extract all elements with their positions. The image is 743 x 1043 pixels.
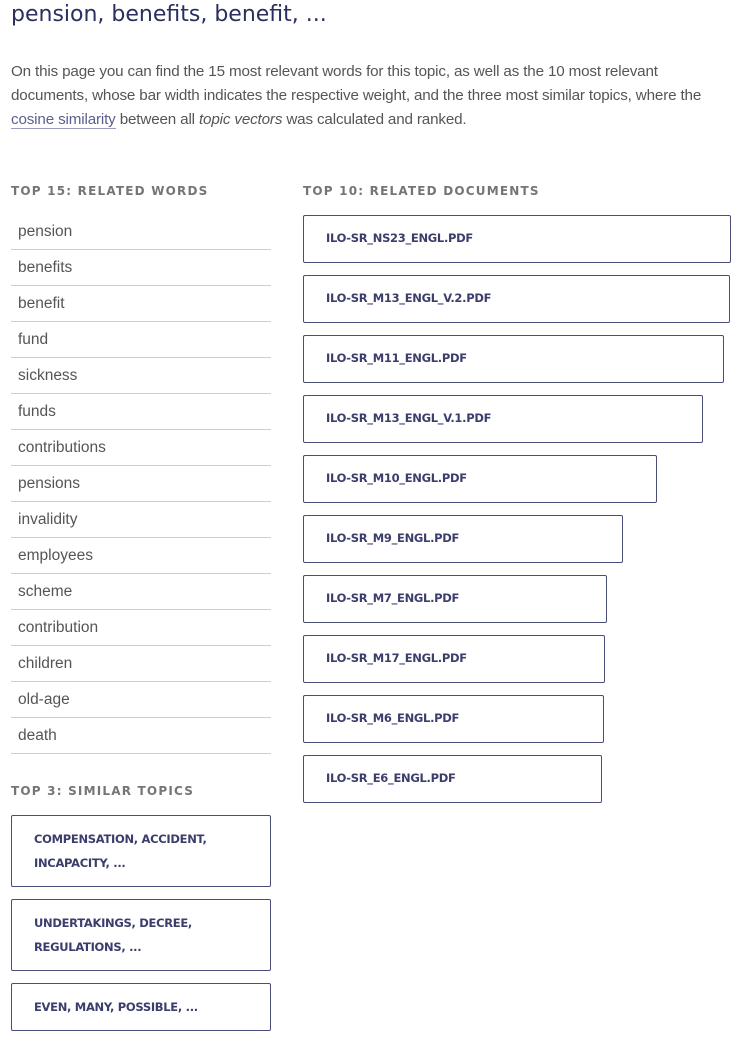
document-link[interactable]: ILO-SR_M7_ENGL.PDF xyxy=(303,575,607,623)
word-item: pensions xyxy=(11,466,271,502)
word-item: benefit xyxy=(11,286,271,322)
document-link[interactable]: ILO-SR_M9_ENGL.PDF xyxy=(303,515,623,563)
related-documents-list: ILO-SR_NS23_ENGL.PDF ILO-SR_M13_ENGL_V.2… xyxy=(303,215,731,815)
word-item: sickness xyxy=(11,358,271,394)
document-link[interactable]: ILO-SR_E6_ENGL.PDF xyxy=(303,755,602,803)
document-link[interactable]: ILO-SR_M6_ENGL.PDF xyxy=(303,695,604,743)
word-item: funds xyxy=(11,394,271,430)
similar-topic-link[interactable]: COMPENSATION, ACCIDENT, INCAPACITY, ... xyxy=(11,815,271,887)
word-item: invalidity xyxy=(11,502,271,538)
page-title: pension, benefits, benefit, ... xyxy=(11,2,327,27)
word-item: scheme xyxy=(11,574,271,610)
intro-part1: On this page you can find the 15 most re… xyxy=(11,63,702,104)
word-item: death xyxy=(11,718,271,754)
similar-topic-link[interactable]: EVEN, MANY, POSSIBLE, ... xyxy=(11,983,271,1031)
word-item: contributions xyxy=(11,430,271,466)
word-item: pension xyxy=(11,214,271,250)
related-documents-heading: TOP 10: RELATED DOCUMENTS xyxy=(303,184,540,198)
document-link[interactable]: ILO-SR_NS23_ENGL.PDF xyxy=(303,215,731,263)
word-item: benefits xyxy=(11,250,271,286)
intro-part2: between all xyxy=(115,111,199,128)
intro-emphasis: topic vectors xyxy=(198,111,283,128)
similar-topic-link[interactable]: UNDERTAKINGS, DECREE, REGULATIONS, ... xyxy=(11,899,271,971)
word-item: old-age xyxy=(11,682,271,718)
word-item: fund xyxy=(11,322,271,358)
document-link[interactable]: ILO-SR_M13_ENGL_V.1.PDF xyxy=(303,395,703,443)
document-link[interactable]: ILO-SR_M10_ENGL.PDF xyxy=(303,455,657,503)
intro-text: On this page you can find the 15 most re… xyxy=(11,60,731,132)
similar-topics-list: COMPENSATION, ACCIDENT, INCAPACITY, ... … xyxy=(11,815,271,1043)
intro-part3: was calculated and ranked. xyxy=(282,111,467,128)
similar-topics-heading: TOP 3: SIMILAR TOPICS xyxy=(11,784,195,798)
document-link[interactable]: ILO-SR_M13_ENGL_V.2.PDF xyxy=(303,275,730,323)
word-item: contribution xyxy=(11,610,271,646)
related-words-heading: TOP 15: RELATED WORDS xyxy=(11,184,209,198)
document-link[interactable]: ILO-SR_M11_ENGL.PDF xyxy=(303,335,724,383)
word-item: children xyxy=(11,646,271,682)
cosine-similarity-link[interactable]: cosine similarity xyxy=(11,111,116,129)
word-item: employees xyxy=(11,538,271,574)
document-link[interactable]: ILO-SR_M17_ENGL.PDF xyxy=(303,635,605,683)
related-words-list: pension benefits benefit fund sickness f… xyxy=(11,214,271,754)
